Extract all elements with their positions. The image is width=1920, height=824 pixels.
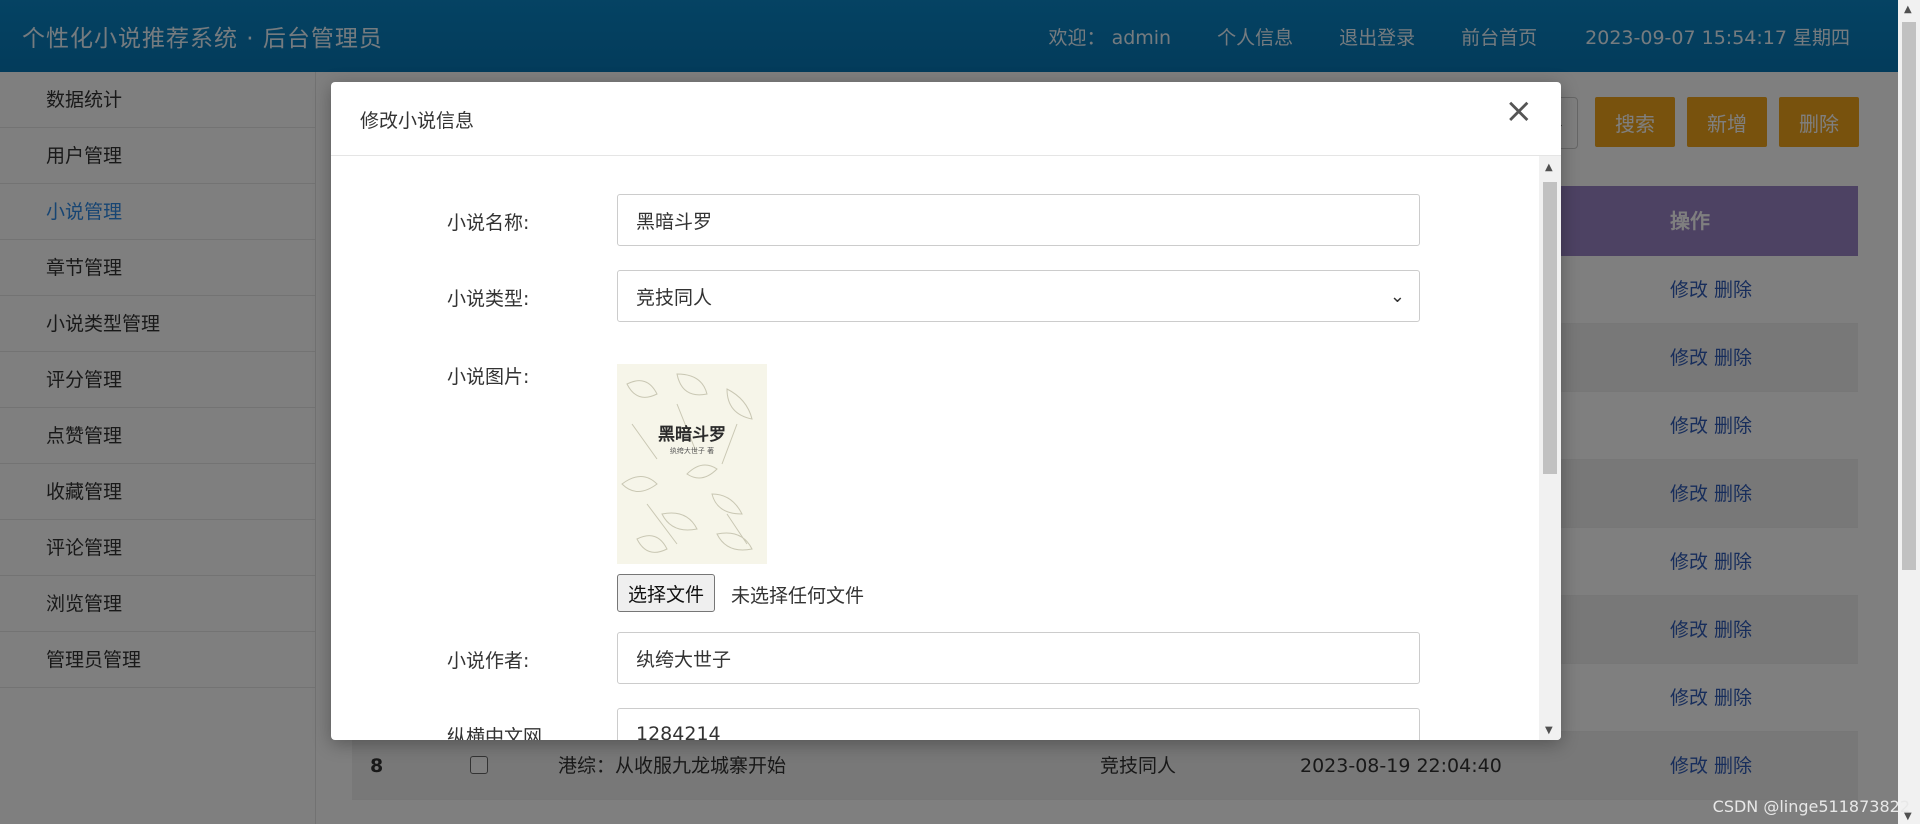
modal-title: 修改小说信息 xyxy=(360,110,475,132)
page-scroll-thumb[interactable] xyxy=(1902,22,1916,570)
file-status-text: 未选择任何文件 xyxy=(731,585,865,607)
modal-scrollbar[interactable]: ▲ ▼ xyxy=(1539,156,1561,740)
novel-name-input[interactable]: 黑暗斗罗 xyxy=(617,194,1420,246)
novel-image-label: 小说图片: xyxy=(447,366,530,388)
cover-author: 纨绔大世子 著 xyxy=(669,447,715,455)
modal-body: 小说名称: 黑暗斗罗 小说类型: 竞技同人 ⌄ 小说图片: 黑暗斗罗 纨绔大世子… xyxy=(331,156,1539,740)
source-label: 纵横中文网 xyxy=(447,726,543,740)
scroll-up-icon[interactable]: ▲ xyxy=(1904,4,1912,15)
novel-author-label: 小说作者: xyxy=(447,650,530,672)
page-scrollbar[interactable]: ▲ ▼ xyxy=(1898,0,1920,824)
novel-cover-image: 黑暗斗罗 纨绔大世子 著 xyxy=(617,364,767,564)
novel-type-select[interactable]: 竞技同人 ⌄ xyxy=(617,270,1420,322)
modal-scroll-thumb[interactable] xyxy=(1543,182,1557,474)
close-icon[interactable]: × xyxy=(1505,94,1534,128)
modal-header: 修改小说信息 × xyxy=(331,82,1561,156)
scroll-up-icon[interactable]: ▲ xyxy=(1545,162,1553,173)
source-input[interactable]: 1284214 xyxy=(617,708,1420,740)
leaf-pattern-image xyxy=(621,373,753,553)
cover-title: 黑暗斗罗 xyxy=(658,425,726,445)
scroll-down-icon[interactable]: ▼ xyxy=(1545,725,1553,736)
choose-file-button[interactable]: 选择文件 xyxy=(617,574,716,612)
edit-novel-modal: 修改小说信息 × 小说名称: 黑暗斗罗 小说类型: 竞技同人 ⌄ 小说图片: 黑… xyxy=(331,82,1561,740)
chevron-down-icon: ⌄ xyxy=(1389,285,1405,307)
novel-name-label: 小说名称: xyxy=(447,212,530,234)
watermark: CSDN @linge511873822 xyxy=(1712,797,1910,816)
novel-type-label: 小说类型: xyxy=(447,288,530,310)
novel-author-input[interactable]: 纨绔大世子 xyxy=(617,632,1420,684)
novel-type-value: 竞技同人 xyxy=(636,286,713,309)
